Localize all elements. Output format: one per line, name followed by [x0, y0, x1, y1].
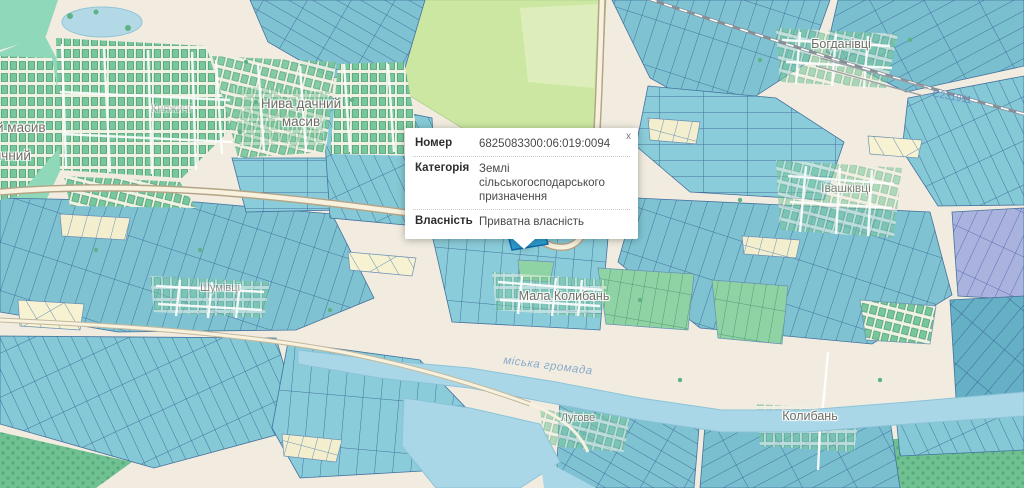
- map-canvas[interactable]: [0, 0, 1024, 488]
- cadastral-map-app: Нива дачний масив й масив ячний Княжичі …: [0, 0, 1024, 488]
- popup-row-number-value: 6825083300:06:019:0094: [479, 137, 628, 151]
- popup-tail: [513, 239, 535, 249]
- parcel-info-popup: x Номер 6825083300:06:019:0094 Категорія…: [405, 128, 638, 239]
- popup-row-number-label: Номер: [415, 137, 479, 151]
- popup-body: Номер 6825083300:06:019:0094 Категорія З…: [405, 128, 638, 239]
- popup-row-number: Номер 6825083300:06:019:0094: [413, 132, 630, 157]
- popup-row-category-value: Землі сільськогосподарського призначення: [479, 162, 628, 204]
- pond: [62, 7, 142, 37]
- close-icon[interactable]: x: [624, 130, 633, 144]
- popup-row-ownership-label: Власність: [415, 215, 479, 229]
- popup-row-ownership: Власність Приватна власність: [413, 210, 630, 234]
- popup-row-category-label: Категорія: [415, 162, 479, 204]
- popup-row-ownership-value: Приватна власність: [479, 215, 628, 229]
- popup-row-category: Категорія Землі сільськогосподарського п…: [413, 157, 630, 210]
